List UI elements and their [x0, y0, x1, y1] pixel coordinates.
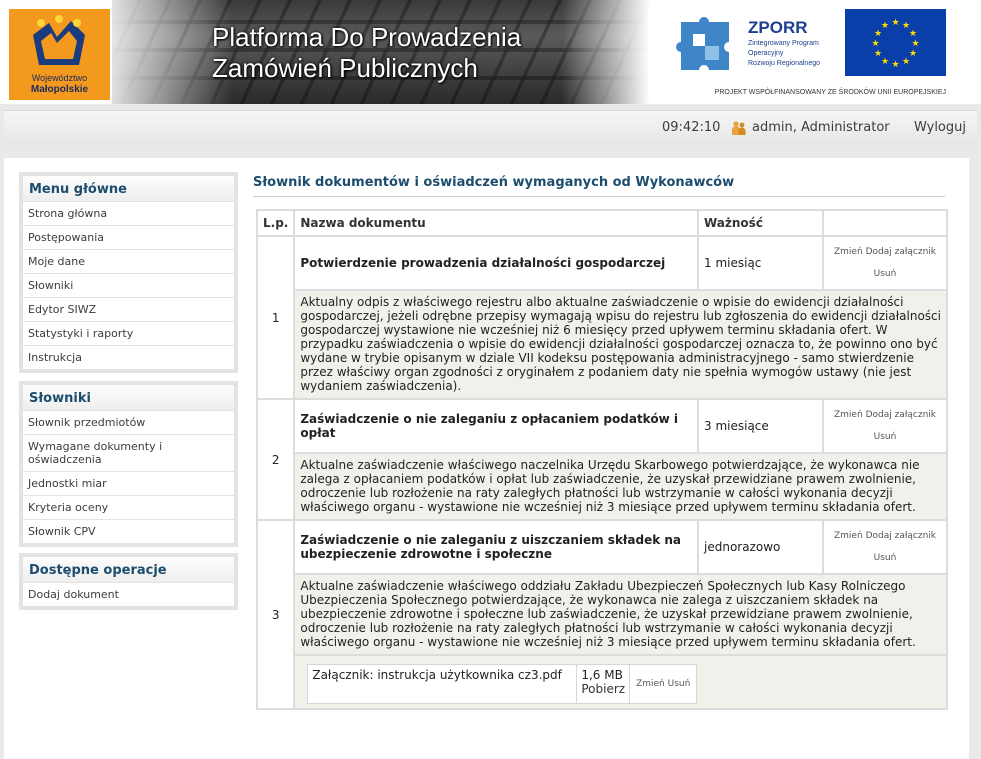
add-attachment-link[interactable]: Dodaj załącznik	[866, 410, 936, 420]
documents-table: L.p. Nazwa dokumentu Ważność 1 Potwierdz…	[256, 209, 948, 710]
change-link[interactable]: Zmień	[834, 531, 863, 541]
svg-text:★: ★	[902, 57, 910, 67]
menu-item-required-documents[interactable]: Wymagane dokumenty i oświadczenia	[23, 434, 234, 471]
eu-flag-icon: ★ ★ ★ ★ ★ ★ ★ ★ ★ ★ ★ ★	[845, 9, 946, 76]
zporr-puzzle-icon	[676, 17, 729, 70]
document-description: Aktualne zaświadczenie właściwego naczel…	[295, 454, 946, 519]
change-link[interactable]: Zmień	[834, 247, 863, 257]
svg-text:★: ★	[909, 29, 917, 39]
svg-text:★: ★	[874, 49, 882, 59]
document-name: Zaświadczenie o nie zaleganiu z uiszczan…	[295, 521, 697, 573]
add-attachment-link[interactable]: Dodaj załącznik	[866, 247, 936, 257]
table-header: L.p. Nazwa dokumentu Ważność	[258, 211, 946, 235]
users-icon	[732, 121, 746, 135]
add-document-link[interactable]: Dodaj dokument	[23, 582, 234, 606]
attachment-change-link[interactable]: Zmień	[636, 679, 665, 689]
dictionaries-menu: Słowniki Słownik przedmiotów Wymagane do…	[19, 381, 238, 547]
change-link[interactable]: Zmień	[834, 410, 863, 420]
main-menu: Menu główne Strona główna Postępowania M…	[19, 172, 238, 373]
menu-item-dictionaries[interactable]: Słowniki	[23, 273, 234, 297]
column-header-lp: L.p.	[258, 211, 294, 235]
attachment-delete-link[interactable]: Usuń	[668, 679, 691, 689]
document-name: Zaświadczenie o nie zaleganiu z opłacani…	[295, 400, 697, 452]
main-menu-title: Menu główne	[23, 176, 234, 201]
attachment-row: Załącznik: instrukcja użytkownika cz3.pd…	[308, 665, 697, 703]
svg-text:★: ★	[911, 39, 919, 49]
svg-text:★: ★	[881, 57, 889, 67]
attachments-cell: Załącznik: instrukcja użytkownika cz3.pd…	[295, 656, 946, 708]
table-row-attachments: Załącznik: instrukcja użytkownika cz3.pd…	[258, 656, 946, 708]
menu-item-siwz-editor[interactable]: Edytor SIWZ	[23, 297, 234, 321]
document-validity: 3 miesiące	[699, 400, 822, 452]
add-attachment-link[interactable]: Dodaj załącznik	[866, 531, 936, 541]
svg-text:★: ★	[881, 21, 889, 31]
delete-link[interactable]: Usuń	[874, 269, 897, 279]
logo-line-2: Małopolskie	[30, 84, 89, 95]
malopolskie-emblem-icon	[33, 15, 85, 65]
operations-menu-title: Dostępne operacje	[23, 557, 234, 582]
menu-item-criteria[interactable]: Kryteria oceny	[23, 495, 234, 519]
menu-item-proceedings[interactable]: Postępowania	[23, 225, 234, 249]
attachment-actions: Zmień Usuń	[630, 665, 697, 703]
row-number: 3	[258, 521, 294, 708]
table-row: 2 Zaświadczenie o nie zaleganiu z opłaca…	[258, 400, 946, 519]
user-bar: 09:42:10 admin, Administrator Wyloguj	[4, 110, 977, 144]
attachment-name: Załącznik: instrukcja użytkownika cz3.pd…	[308, 665, 577, 703]
svg-text:★: ★	[891, 18, 899, 28]
document-description: Aktualny odpis z właściwego rejestru alb…	[295, 291, 946, 398]
menu-item-units[interactable]: Jednostki miar	[23, 471, 234, 495]
malopolskie-logo[interactable]: Województwo Małopolskie	[9, 9, 110, 100]
logo-line-1: Województwo	[31, 73, 88, 83]
svg-text:★: ★	[909, 49, 917, 59]
menu-item-instructions[interactable]: Instrukcja	[23, 345, 234, 369]
row-actions: Zmień Dodaj załącznik Usuń	[824, 237, 946, 289]
delete-link[interactable]: Usuń	[874, 553, 897, 563]
column-header-actions	[824, 211, 946, 235]
zporr-logo-text: ZPORR Zintegrowany Program Operacyjny Ro…	[748, 18, 820, 67]
download-link[interactable]: Pobierz	[581, 682, 625, 696]
table-row-description: Aktualny odpis z właściwego rejestru alb…	[258, 291, 946, 398]
menu-item-cpv[interactable]: Słownik CPV	[23, 519, 234, 543]
clock: 09:42:10	[662, 120, 721, 135]
menu-item-my-data[interactable]: Moje dane	[23, 249, 234, 273]
attachment-size-cell: 1,6 MB Pobierz	[577, 665, 630, 703]
column-header-name: Nazwa dokumentu	[295, 211, 697, 235]
row-number: 2	[258, 400, 294, 519]
dictionaries-menu-title: Słowniki	[23, 385, 234, 410]
menu-item-subjects[interactable]: Słownik przedmiotów	[23, 410, 234, 434]
document-description: Aktualne zaświadczenie właściwego oddzia…	[295, 575, 946, 654]
document-validity: 1 miesiąc	[699, 237, 822, 289]
row-actions: Zmień Dodaj załącznik Usuń	[824, 521, 946, 573]
table-row: 1 Potwierdzenie prowadzenia działalności…	[258, 237, 946, 398]
user-name: admin, Administrator	[752, 120, 890, 135]
operations-menu: Dostępne operacje Dodaj dokument	[19, 553, 238, 610]
document-validity: jednorazowo	[699, 521, 822, 573]
banner: Platforma Do Prowadzenia Zamówień Public…	[112, 0, 672, 104]
row-actions: Zmień Dodaj załącznik Usuń	[824, 400, 946, 452]
page-title: Słownik dokumentów i oświadczeń wymagany…	[253, 175, 945, 197]
attachment-table: Załącznik: instrukcja użytkownika cz3.pd…	[307, 664, 698, 704]
svg-text:★: ★	[871, 39, 879, 49]
row-number: 1	[258, 237, 294, 398]
logout-link[interactable]: Wyloguj	[914, 120, 966, 135]
header: Województwo Małopolskie Platforma Do Pro…	[0, 0, 981, 104]
column-header-validity: Ważność	[699, 211, 822, 235]
attachment-size: 1,6 MB	[581, 668, 623, 682]
main-area: Menu główne Strona główna Postępowania M…	[4, 158, 969, 759]
table-row: 3 Zaświadczenie o nie zaleganiu z uiszcz…	[258, 521, 946, 708]
platform-title: Platforma Do Prowadzenia Zamówień Public…	[212, 22, 522, 83]
svg-text:★: ★	[891, 60, 899, 70]
delete-link[interactable]: Usuń	[874, 432, 897, 442]
table-row-description: Aktualne zaświadczenie właściwego naczel…	[258, 454, 946, 519]
menu-item-statistics[interactable]: Statystyki i raporty	[23, 321, 234, 345]
cofinancing-note: PROJEKT WSPÓŁFINANSOWANY ZE ŚRODKÓW UNII…	[714, 89, 946, 96]
table-row-description: Aktualne zaświadczenie właściwego oddzia…	[258, 575, 946, 654]
document-name: Potwierdzenie prowadzenia działalności g…	[295, 237, 697, 289]
menu-item-home[interactable]: Strona główna	[23, 201, 234, 225]
